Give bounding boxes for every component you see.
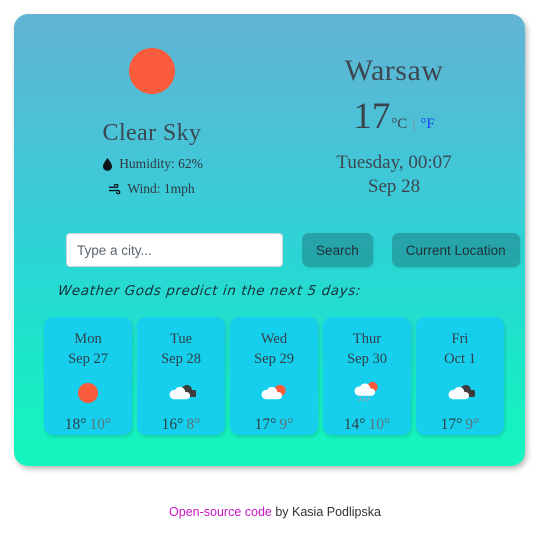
forecast-high-temp: 16°	[161, 416, 184, 434]
temperature-row: 17 °C | °F	[279, 98, 509, 135]
forecast-day-date: Oct 1	[444, 350, 476, 367]
location-temperature-column: Warsaw 17 °C | °F Tuesday, 00:07 Sep 28	[279, 54, 509, 200]
forecast-high-temp: 17°	[440, 416, 463, 434]
forecast-day-date: Sep 30	[347, 350, 387, 367]
forecast-row: Mon Sep 27 18° 10° Tue Sep 28 16° 8° Wed…	[44, 317, 504, 435]
wind-icon	[109, 182, 122, 196]
broken-clouds-icon	[166, 378, 196, 408]
sun-behind-cloud-icon	[259, 378, 289, 408]
forecast-day-temps: 17° 9°	[441, 416, 480, 434]
forecast-day-temps: 16° 8°	[162, 416, 201, 434]
forecast-day-card[interactable]: Wed Sep 29 17° 9°	[230, 317, 318, 435]
footer: Open-source code by Kasia Podlipska	[0, 505, 550, 519]
forecast-low-temp: 10°	[89, 416, 112, 434]
city-name: Warsaw	[344, 54, 444, 87]
unit-separator: |	[412, 116, 416, 132]
forecast-high-temp: 17°	[254, 416, 277, 434]
forecast-day-card[interactable]: Fri Oct 1 17° 9°	[416, 317, 504, 435]
forecast-day-name: Wed	[260, 331, 288, 347]
forecast-day-date: Sep 28	[161, 350, 201, 367]
footer-author: by Kasia Podlipska	[271, 505, 381, 519]
search-input[interactable]	[66, 233, 283, 267]
celsius-unit-toggle[interactable]: °C	[391, 116, 407, 133]
forecast-low-temp: 9°	[279, 416, 294, 434]
forecast-day-name: Mon	[74, 331, 102, 347]
forecast-day-card[interactable]: Mon Sep 27 18° 10°	[44, 317, 132, 435]
wind-label: Wind: 1mph	[127, 181, 195, 196]
search-row: Search Current Location	[66, 233, 520, 267]
forecast-low-temp: 9°	[465, 416, 480, 434]
current-weather-section: Clear Sky Humidity: 62% Wind: 1mph Warsa…	[14, 14, 525, 219]
current-conditions-column: Clear Sky Humidity: 62% Wind: 1mph	[52, 48, 252, 197]
forecast-high-temp: 14°	[343, 416, 366, 434]
open-source-code-link[interactable]: Open-source code	[169, 505, 272, 519]
current-location-button[interactable]: Current Location	[391, 233, 520, 267]
search-button[interactable]: Search	[302, 233, 373, 267]
datetime-block: Tuesday, 00:07 Sep 28	[279, 151, 509, 200]
forecast-day-date: Sep 27	[68, 350, 108, 367]
forecast-low-temp: 10°	[368, 416, 391, 434]
condition-text: Clear Sky	[102, 120, 202, 146]
forecast-day-name: Fri	[451, 331, 469, 347]
humidity-label: Humidity: 62%	[119, 156, 203, 171]
forecast-heading: Weather Gods predict in the next 5 days:	[57, 283, 362, 299]
datetime-weekday-time: Tuesday, 00:07	[336, 152, 452, 173]
forecast-day-temps: 18° 10°	[65, 416, 111, 434]
fahrenheit-unit-toggle[interactable]: °F	[420, 116, 434, 133]
wind-row: Wind: 1mph	[52, 181, 252, 197]
sun-cloud-rain-icon	[352, 378, 382, 408]
temperature-value: 17	[353, 96, 391, 137]
forecast-day-date: Sep 29	[254, 350, 294, 367]
forecast-day-temps: 17° 9°	[255, 416, 294, 434]
forecast-day-temps: 14° 10°	[344, 416, 390, 434]
sun-icon	[76, 378, 100, 408]
forecast-day-card[interactable]: Tue Sep 28 16° 8°	[137, 317, 225, 435]
weather-app: Clear Sky Humidity: 62% Wind: 1mph Warsa…	[0, 0, 550, 533]
broken-clouds-icon	[445, 378, 475, 408]
sun-icon	[129, 48, 175, 94]
forecast-day-name: Thur	[352, 331, 382, 347]
weather-card: Clear Sky Humidity: 62% Wind: 1mph Warsa…	[14, 14, 525, 466]
datetime-date: Sep 28	[367, 176, 421, 198]
forecast-day-card[interactable]: Thur Sep 30 14° 10°	[323, 317, 411, 435]
forecast-high-temp: 18°	[64, 416, 87, 434]
humidity-row: Humidity: 62%	[52, 156, 252, 172]
forecast-day-name: Tue	[169, 331, 193, 347]
water-droplet-icon	[101, 157, 114, 171]
forecast-low-temp: 8°	[186, 416, 201, 434]
